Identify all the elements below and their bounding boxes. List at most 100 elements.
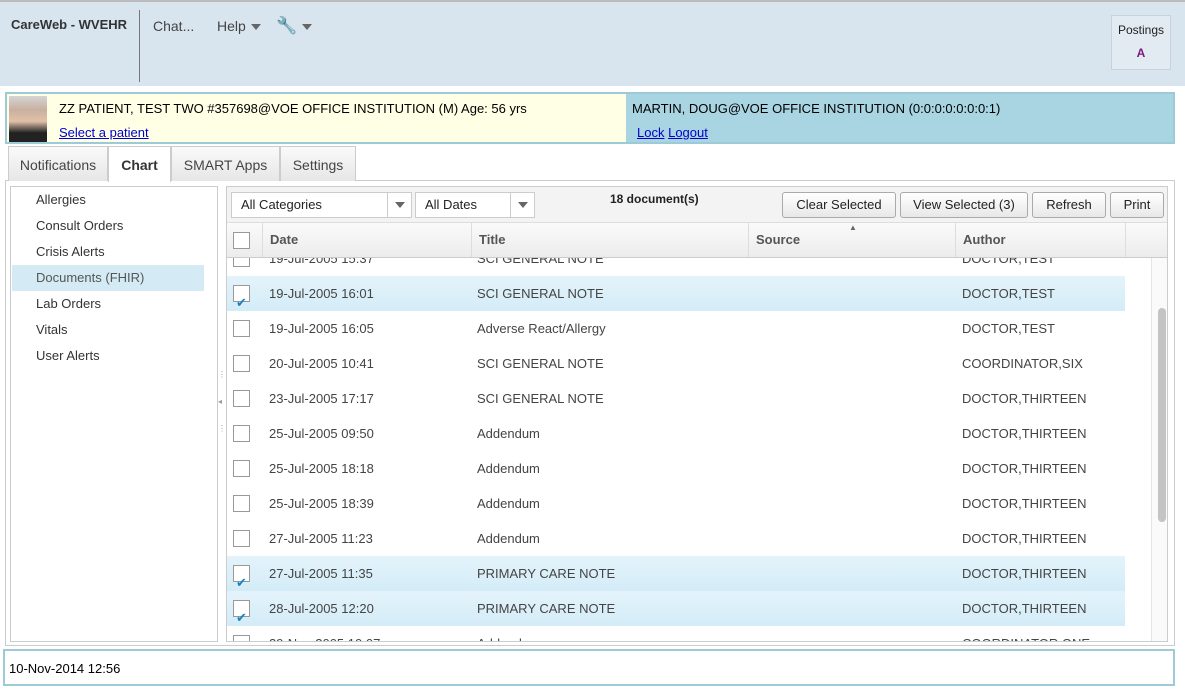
cell-author: DOCTOR,TEST xyxy=(962,286,1055,301)
cell-title: Addendum xyxy=(477,496,540,511)
postings-button[interactable]: Postings A xyxy=(1111,15,1171,70)
cell-date: 25-Jul-2005 09:50 xyxy=(269,426,374,441)
sidebar-item-user-alerts[interactable]: User Alerts xyxy=(12,343,204,369)
wrench-icon: 🔧 xyxy=(276,16,298,35)
row-checkbox[interactable] xyxy=(233,530,250,547)
table-row[interactable]: 19-Jul-2005 16:01 SCI GENERAL NOTE DOCTO… xyxy=(227,276,1125,320)
cell-title: SCI GENERAL NOTE xyxy=(477,258,604,266)
cell-date: 19-Jul-2005 16:01 xyxy=(269,286,374,301)
cell-author: DOCTOR,THIRTEEN xyxy=(962,391,1087,406)
table-row[interactable]: 28-Jul-2005 12:20 PRIMARY CARE NOTE DOCT… xyxy=(227,591,1125,635)
select-all-checkbox[interactable] xyxy=(233,232,250,249)
cell-author: DOCTOR,THIRTEEN xyxy=(962,496,1087,511)
cell-title: SCI GENERAL NOTE xyxy=(477,391,604,406)
tab-chart[interactable]: Chart xyxy=(108,146,171,182)
patient-photo xyxy=(9,96,47,142)
tab-smart-apps[interactable]: SMART Apps xyxy=(171,146,280,181)
scrollbar-thumb[interactable] xyxy=(1158,308,1166,522)
column-date[interactable]: Date xyxy=(262,223,471,257)
cell-title: SCI GENERAL NOTE xyxy=(477,286,604,301)
row-checkbox[interactable] xyxy=(233,495,250,512)
chevron-down-icon xyxy=(387,193,411,217)
row-checkbox[interactable] xyxy=(233,355,250,372)
postings-value: A xyxy=(1136,46,1146,60)
patient-panel: ZZ PATIENT, TEST TWO #357698@VOE OFFICE … xyxy=(7,94,626,142)
column-spacer xyxy=(1125,223,1167,257)
status-timestamp: 10-Nov-2014 12:56 xyxy=(9,661,121,676)
table-row[interactable]: 29-Nov-2005 10:07 Addendum COORDINATOR,O… xyxy=(227,626,1125,641)
user-links: Lock Logout xyxy=(637,125,708,140)
menu-chat[interactable]: Chat... xyxy=(153,18,194,34)
select-patient-link[interactable]: Select a patient xyxy=(59,125,149,140)
divider xyxy=(139,10,140,82)
patient-bar: ZZ PATIENT, TEST TWO #357698@VOE OFFICE … xyxy=(5,92,1175,144)
vertical-scrollbar[interactable] xyxy=(1151,258,1167,641)
cell-date: 25-Jul-2005 18:39 xyxy=(269,496,374,511)
row-checkbox[interactable] xyxy=(233,565,250,600)
row-checkbox[interactable] xyxy=(233,425,250,442)
date-value: All Dates xyxy=(425,197,478,212)
row-checkbox[interactable] xyxy=(233,635,250,641)
cell-date: 27-Jul-2005 11:23 xyxy=(269,531,373,546)
row-checkbox[interactable] xyxy=(233,258,250,267)
sidebar-item-vitals[interactable]: Vitals xyxy=(12,317,204,343)
grid-header: Date Title Source ▲ Author xyxy=(227,223,1167,258)
sidebar-item-allergies[interactable]: Allergies xyxy=(12,187,204,213)
table-row[interactable]: 25-Jul-2005 09:50 Addendum DOCTOR,THIRTE… xyxy=(227,416,1125,451)
table-row[interactable]: 25-Jul-2005 18:39 Addendum DOCTOR,THIRTE… xyxy=(227,486,1125,521)
cell-date: 29-Nov-2005 10:07 xyxy=(269,626,380,641)
table-row[interactable]: 25-Jul-2005 18:18 Addendum DOCTOR,THIRTE… xyxy=(227,451,1125,486)
table-row[interactable]: 27-Jul-2005 11:35 PRIMARY CARE NOTE DOCT… xyxy=(227,556,1125,600)
cell-author: DOCTOR,TEST xyxy=(962,321,1055,336)
sort-asc-icon: ▲ xyxy=(849,223,857,232)
cell-author: DOCTOR,THIRTEEN xyxy=(962,461,1087,476)
column-title[interactable]: Title xyxy=(471,223,748,257)
sidebar-item-crisis-alerts[interactable]: Crisis Alerts xyxy=(12,239,204,265)
cell-author: DOCTOR,THIRTEEN xyxy=(962,531,1087,546)
column-source-label: Source xyxy=(756,232,801,247)
cell-author: COORDINATOR,SIX xyxy=(962,356,1083,371)
category-select[interactable]: All Categories xyxy=(231,192,412,218)
splitter-handle[interactable]: ⋮ ◂ ⋮ xyxy=(218,370,226,460)
tab-notifications[interactable]: Notifications xyxy=(8,146,108,181)
cell-author: DOCTOR,THIRTEEN xyxy=(962,601,1087,616)
row-checkbox[interactable] xyxy=(233,460,250,477)
menu-help[interactable]: Help xyxy=(217,18,261,34)
cell-date: 20-Jul-2005 10:41 xyxy=(269,356,374,371)
row-checkbox[interactable] xyxy=(233,600,250,635)
user-banner: MARTIN, DOUG@VOE OFFICE INSTITUTION (0:0… xyxy=(632,101,1001,116)
row-checkbox[interactable] xyxy=(233,320,250,337)
column-source[interactable]: Source ▲ xyxy=(748,223,955,257)
logout-link[interactable]: Logout xyxy=(668,125,708,140)
table-row[interactable]: 27-Jul-2005 11:23 Addendum DOCTOR,THIRTE… xyxy=(227,521,1125,556)
lock-link[interactable]: Lock xyxy=(637,125,664,140)
row-checkbox[interactable] xyxy=(233,285,250,320)
date-select[interactable]: All Dates xyxy=(415,192,535,218)
menu-tools[interactable]: 🔧 xyxy=(276,16,313,36)
tab-settings[interactable]: Settings xyxy=(280,146,356,181)
cell-author: DOCTOR,THIRTEEN xyxy=(962,566,1087,581)
status-bar: 10-Nov-2014 12:56 xyxy=(3,649,1175,686)
grid-toolbar: All Categories All Dates 18 document(s) … xyxy=(227,187,1167,223)
cell-title: PRIMARY CARE NOTE xyxy=(477,601,616,616)
table-row[interactable]: 20-Jul-2005 10:41 SCI GENERAL NOTE COORD… xyxy=(227,346,1125,381)
sidebar-item-lab-orders[interactable]: Lab Orders xyxy=(12,291,204,317)
print-button[interactable]: Print xyxy=(1110,192,1164,218)
view-selected-button[interactable]: View Selected (3) xyxy=(900,192,1028,218)
sidebar-item-documents[interactable]: Documents (FHIR) xyxy=(12,265,204,291)
cell-date: 28-Jul-2005 12:20 xyxy=(269,601,374,616)
table-row[interactable]: 19-Jul-2005 16:05 Adverse React/Allergy … xyxy=(227,311,1125,346)
table-row[interactable]: 19-Jul-2005 15:37 SCI GENERAL NOTE DOCTO… xyxy=(227,258,1125,276)
caret-down-icon xyxy=(250,24,261,31)
row-checkbox[interactable] xyxy=(233,390,250,407)
cell-author: COORDINATOR,ONE xyxy=(962,626,1090,641)
table-row[interactable]: 23-Jul-2005 17:17 SCI GENERAL NOTE DOCTO… xyxy=(227,381,1125,416)
cell-author: DOCTOR,TEST xyxy=(962,258,1055,266)
document-count: 18 document(s) xyxy=(610,192,699,206)
column-author[interactable]: Author xyxy=(955,223,1125,257)
clear-selected-button[interactable]: Clear Selected xyxy=(782,192,896,218)
sidebar-item-consult-orders[interactable]: Consult Orders xyxy=(12,213,204,239)
cell-date: 19-Jul-2005 15:37 xyxy=(269,258,374,266)
chevron-down-icon xyxy=(510,193,534,217)
refresh-button[interactable]: Refresh xyxy=(1032,192,1106,218)
